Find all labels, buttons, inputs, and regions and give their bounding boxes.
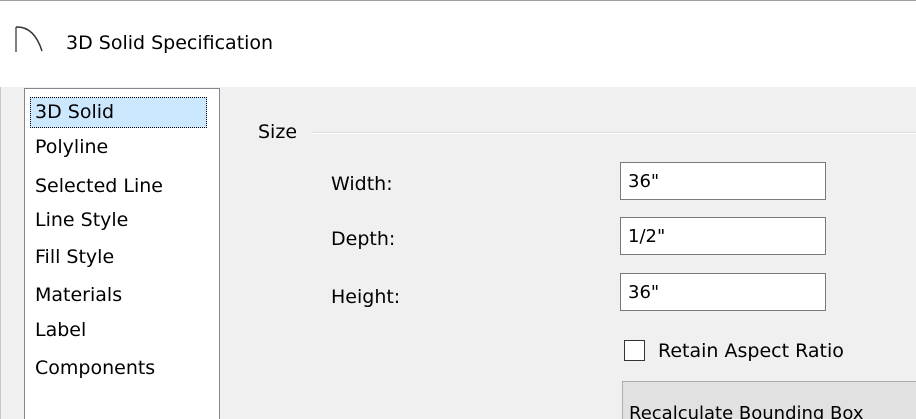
depth-field[interactable] xyxy=(620,217,826,255)
nav-item-polyline[interactable]: Polyline xyxy=(30,132,112,163)
dialog-window: 3D Solid Specification 3D Solid Polyline… xyxy=(0,0,916,419)
panel-list[interactable]: 3D Solid Polyline Selected Line Line Sty… xyxy=(24,88,220,419)
height-field[interactable] xyxy=(620,273,826,311)
nav-item-components[interactable]: Components xyxy=(30,353,159,384)
size-group-label: Size xyxy=(258,121,298,143)
nav-item-3d-solid[interactable]: 3D Solid xyxy=(30,97,207,128)
height-label: Height: xyxy=(331,286,401,308)
recalculate-bounding-box-button[interactable]: Recalculate Bounding Box xyxy=(622,381,916,419)
nav-item-materials[interactable]: Materials xyxy=(30,280,126,311)
window-title: 3D Solid Specification xyxy=(66,32,274,54)
nav-item-fill-style[interactable]: Fill Style xyxy=(30,242,118,273)
nav-item-selected-line[interactable]: Selected Line xyxy=(30,171,167,202)
retain-aspect-ratio-checkbox[interactable] xyxy=(624,340,645,361)
width-field[interactable] xyxy=(620,162,826,200)
arc-tool-icon xyxy=(14,23,44,53)
nav-item-line-style[interactable]: Line Style xyxy=(30,205,132,236)
title-bar: 3D Solid Specification xyxy=(0,1,916,87)
retain-aspect-ratio-label[interactable]: Retain Aspect Ratio xyxy=(658,339,844,363)
depth-label: Depth: xyxy=(331,228,396,250)
width-label: Width: xyxy=(331,173,393,195)
size-group-divider xyxy=(312,132,916,134)
nav-item-label[interactable]: Label xyxy=(30,315,90,346)
window-left-edge xyxy=(0,87,1,419)
